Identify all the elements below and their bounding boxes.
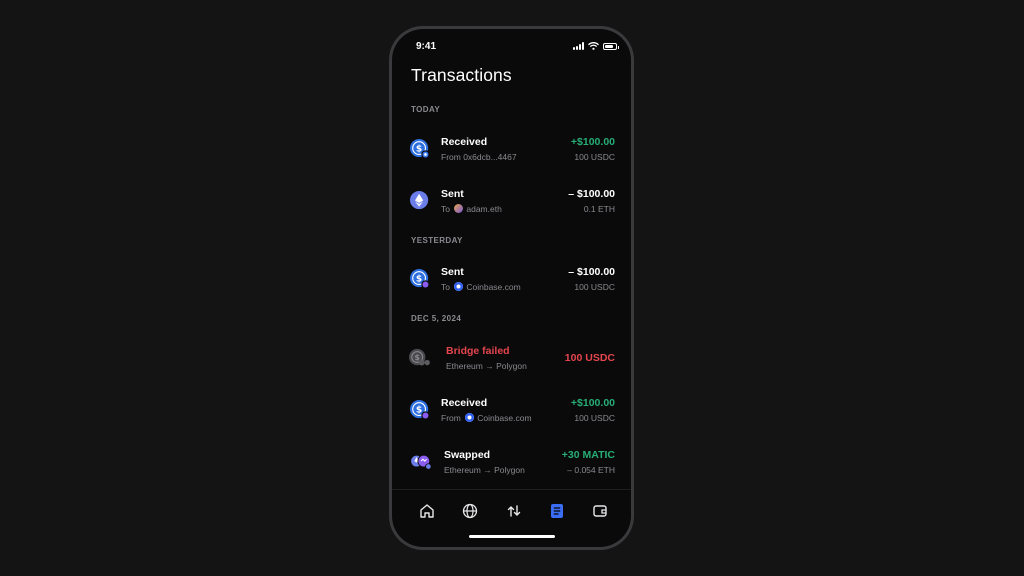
transaction-title: Received: [441, 136, 488, 148]
transaction-amount: – $100.00: [568, 188, 615, 200]
transaction-subtitle: Ethereum → Polygon: [446, 361, 527, 371]
transaction-amount: +$100.00: [570, 136, 615, 148]
recipient-name: Coinbase.com: [466, 282, 521, 292]
transaction-amount: – $100.00: [568, 266, 615, 278]
status-icons: [573, 42, 619, 50]
home-icon[interactable]: [418, 502, 436, 520]
usdc-icon: $: [410, 139, 430, 159]
transaction-amount: +$100.00: [570, 397, 615, 409]
usdc-icon: $: [410, 400, 430, 420]
wallet-icon[interactable]: [591, 502, 609, 520]
recipient-name: adam.eth: [466, 204, 502, 214]
tab-bar: [392, 489, 631, 547]
transaction-row[interactable]: $ Received From 0x6dcb...4467 +$100.00 1…: [408, 136, 615, 166]
section-label-yesterday: YESTERDAY: [411, 236, 463, 245]
transaction-title: Received: [441, 397, 488, 409]
bridge-icon: $: [409, 348, 430, 366]
home-indicator[interactable]: [468, 535, 555, 538]
transaction-amount: +30 MATIC: [561, 449, 615, 461]
svg-text:$: $: [416, 274, 422, 284]
status-time: 9:41: [416, 41, 437, 52]
subtitle-prefix: To: [441, 204, 450, 214]
svg-text:$: $: [414, 353, 419, 362]
transaction-row[interactable]: $ Received From Coinbase.com +$100.00 10…: [408, 397, 615, 427]
section-label-today: TODAY: [411, 105, 441, 114]
transaction-title: Sent: [441, 188, 464, 200]
transaction-title: Sent: [441, 266, 464, 278]
page-title: Transactions: [411, 65, 512, 85]
sender-name: Coinbase.com: [477, 413, 532, 423]
transaction-detail: 100 USDC: [574, 413, 615, 423]
transaction-detail: 100 USDC: [574, 152, 615, 162]
transaction-detail: 100 USDC: [574, 282, 615, 292]
app-screen: 9:41 Transactions TODAY YESTERDAY DEC 5,…: [392, 29, 631, 547]
transactions-icon[interactable]: [548, 502, 566, 520]
usdc-icon: $: [410, 269, 430, 289]
transaction-amount: 100 USDC: [564, 352, 615, 364]
status-bar: 9:41: [392, 40, 631, 54]
globe-icon[interactable]: [461, 502, 479, 520]
transaction-subtitle: To Coinbase.com: [441, 282, 521, 292]
transaction-row[interactable]: Sent To adam.eth – $100.00 0.1 ETH: [408, 188, 615, 218]
transaction-row[interactable]: $ Sent To Coinbase.com – $100.00 100 USD…: [408, 266, 615, 296]
transaction-subtitle: To adam.eth: [441, 204, 502, 214]
svg-text:$: $: [416, 144, 422, 154]
transaction-row[interactable]: Swapped Ethereum → Polygon +30 MATIC – 0…: [408, 449, 615, 479]
swap-icon: [411, 454, 432, 470]
coinbase-icon: [454, 282, 464, 291]
phone-frame: 9:41 Transactions TODAY YESTERDAY DEC 5,…: [389, 26, 634, 550]
transaction-title: Bridge failed: [446, 345, 510, 357]
coinbase-icon: [465, 413, 475, 422]
eth-icon: [410, 191, 429, 210]
signal-icon: [573, 42, 584, 50]
subtitle-prefix: To: [441, 282, 450, 292]
transaction-detail: – 0.054 ETH: [567, 465, 615, 475]
wifi-icon: [588, 42, 599, 50]
transfer-icon[interactable]: [505, 502, 523, 520]
transaction-row[interactable]: $ Bridge failed Ethereum → Polygon 100 U…: [408, 345, 615, 375]
avatar: [454, 204, 464, 213]
transaction-detail: 0.1 ETH: [583, 204, 615, 214]
transaction-subtitle: From 0x6dcb...4467: [441, 152, 517, 162]
section-label-date: DEC 5, 2024: [411, 314, 462, 323]
transaction-title: Swapped: [444, 449, 491, 461]
subtitle-prefix: From: [441, 413, 461, 423]
transaction-subtitle: From Coinbase.com: [441, 413, 532, 423]
battery-icon: [603, 42, 619, 50]
svg-text:$: $: [416, 405, 422, 415]
transaction-subtitle: Ethereum → Polygon: [444, 465, 525, 475]
